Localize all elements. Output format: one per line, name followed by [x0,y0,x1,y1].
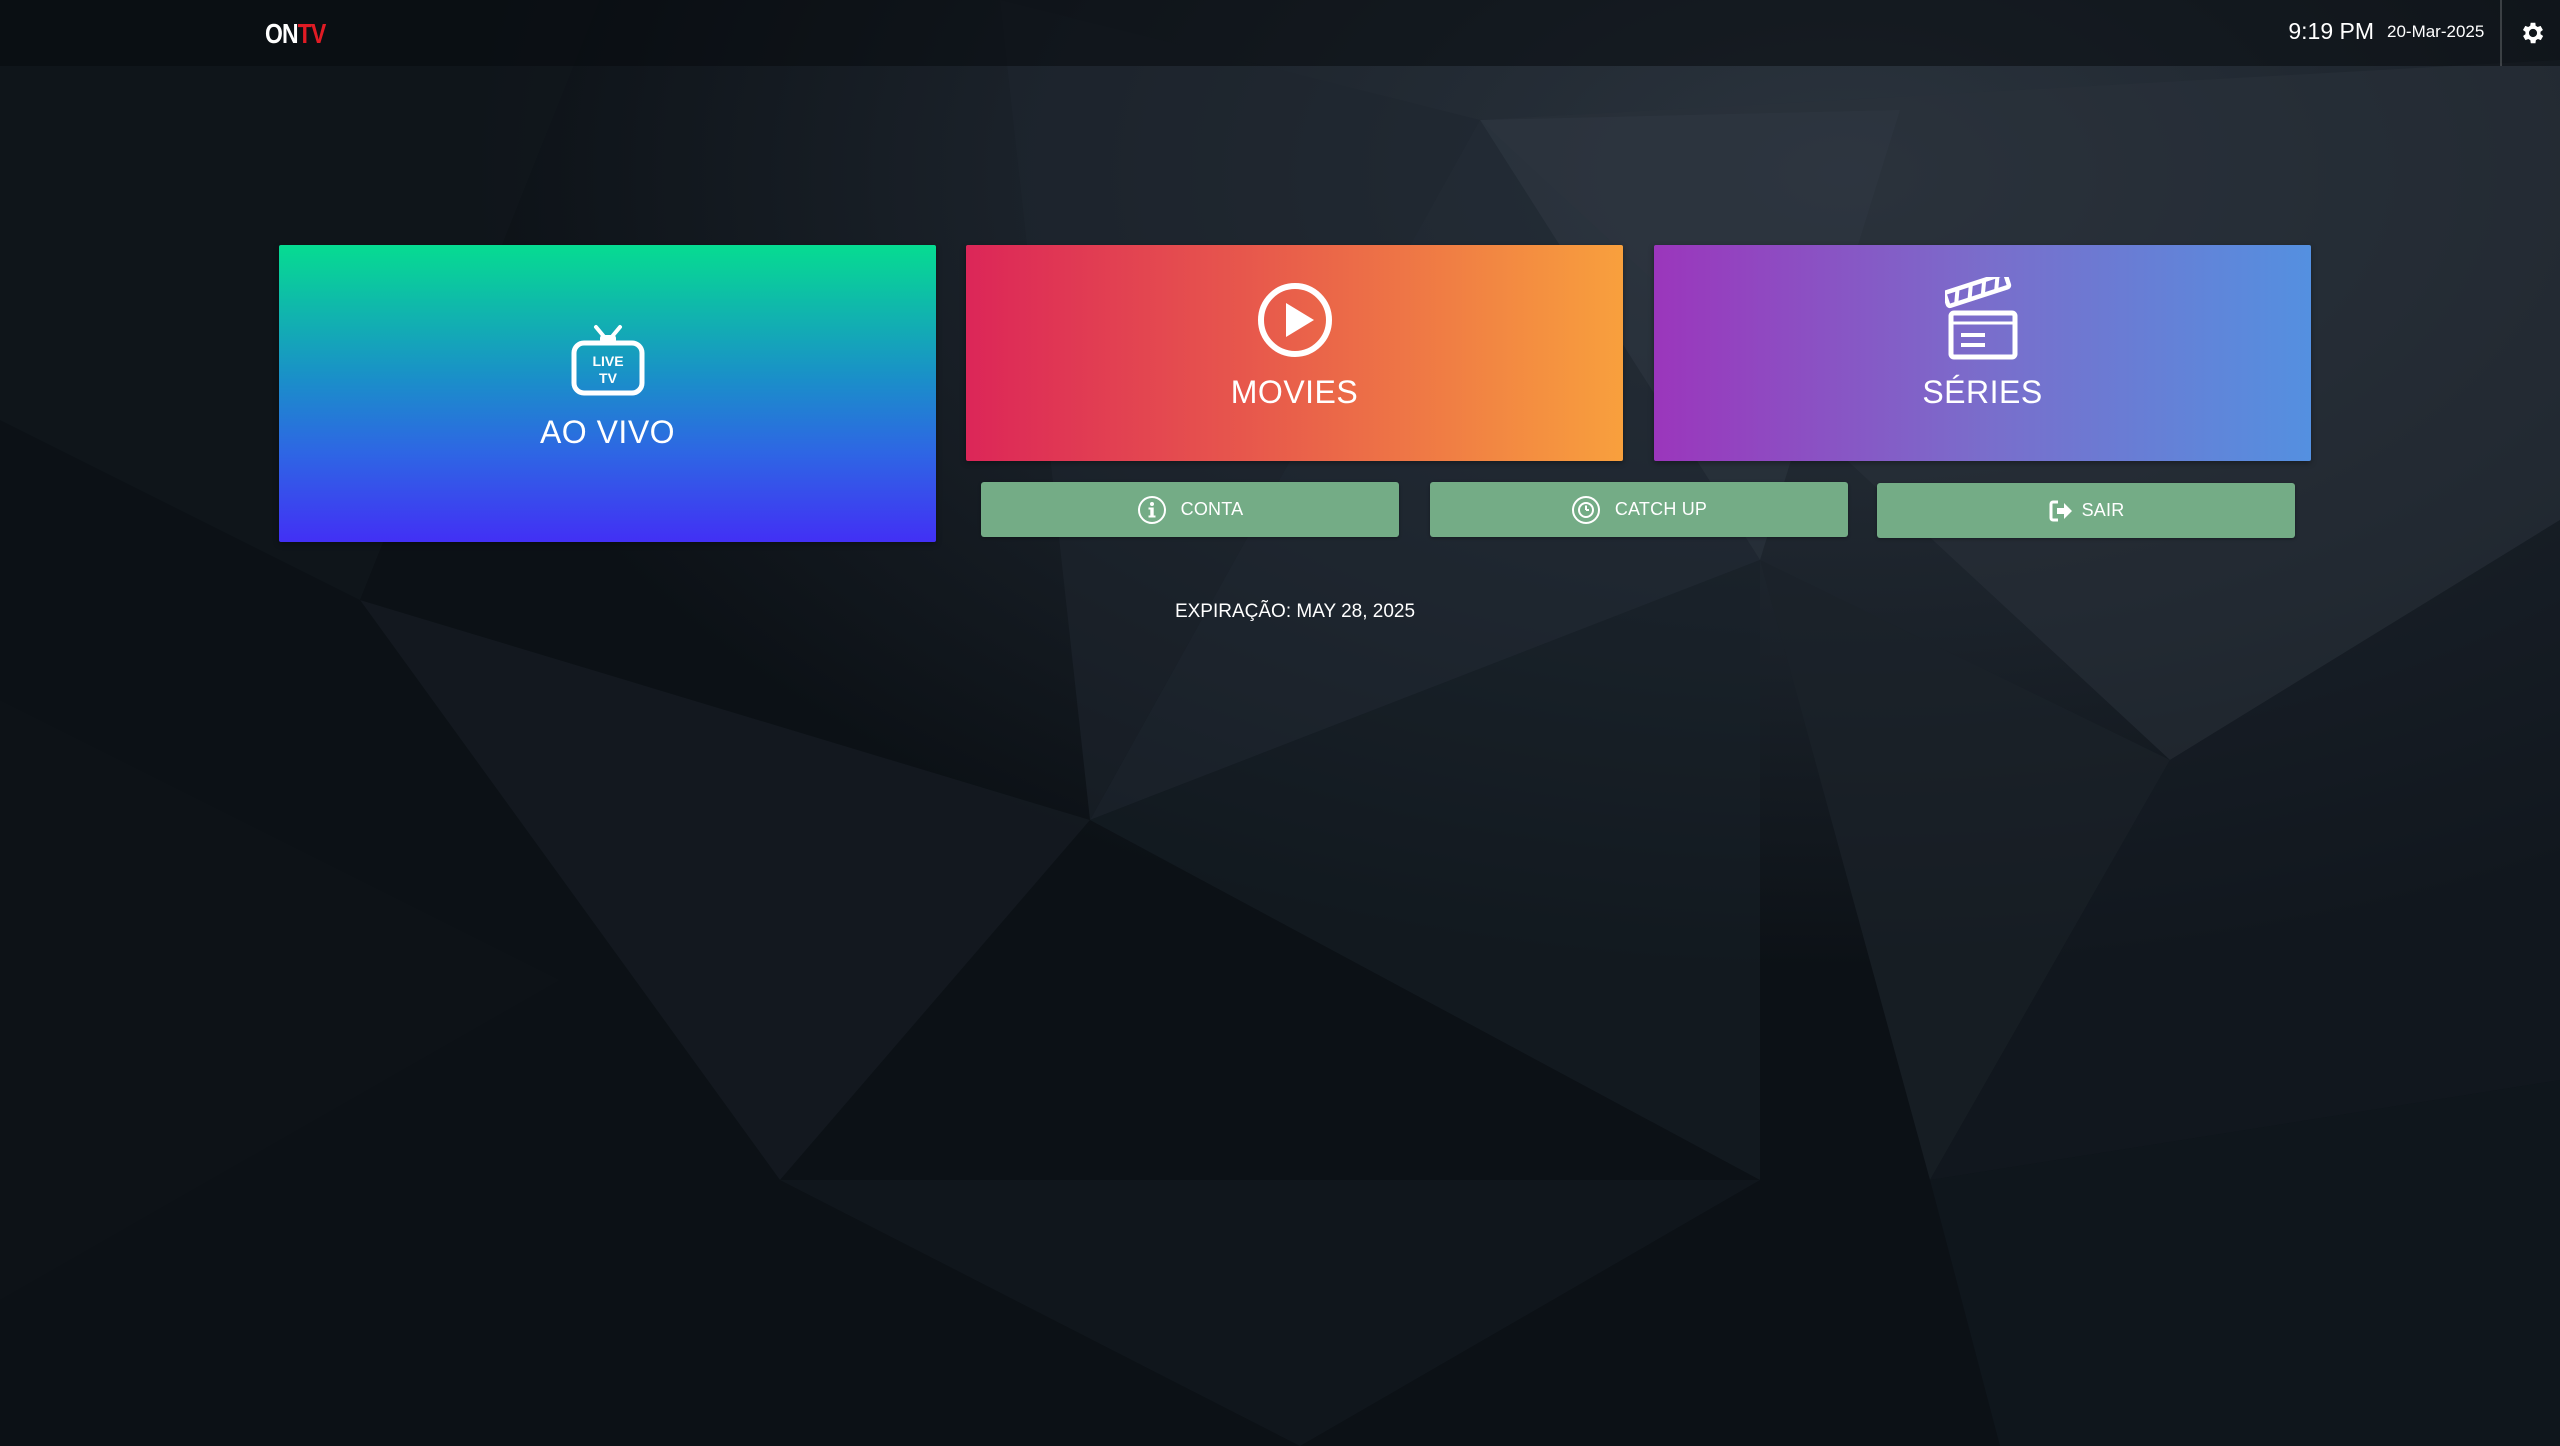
info-circle-icon [1137,495,1166,524]
live-tv-label: AO VIVO [539,414,676,450]
clock-circle-icon [1571,495,1600,524]
conta-button[interactable]: CONTA [981,482,1399,537]
logo-tv-text: TV [297,18,327,49]
catch-up-button[interactable]: CATCH UP [1430,482,1848,537]
background [0,0,2560,1446]
live-tv-tile[interactable]: LIVE TV AO VIVO [279,245,936,542]
clock-date: 20-Mar-2025 [2387,22,2485,41]
play-circle-icon [1257,283,1332,357]
top-bar: ONTV 9:19 PM 20-Mar-2025 [0,0,2560,66]
tv-icon-text: TV [599,370,618,386]
gear-icon[interactable] [2519,19,2547,47]
movies-tile[interactable]: MOVIES [966,245,1623,461]
expiry-text: EXPIRAÇÃO: MAY 28, 2025 [1174,601,1416,622]
sign-out-icon [2049,500,2072,521]
sair-button[interactable]: SAIR [1877,483,2295,538]
ontv-logo: ONTV [265,18,326,50]
logo-on-text: ON [265,18,299,49]
live-icon-text: LIVE [592,353,623,369]
clapperboard-icon [1944,277,2017,360]
sair-label: SAIR [2081,500,2125,520]
series-tile[interactable]: SÉRIES [1654,245,2311,461]
conta-label: CONTA [1180,499,1244,519]
series-label: SÉRIES [1922,374,2043,410]
catch-up-label: CATCH UP [1614,499,1708,519]
movies-label: MOVIES [1230,374,1359,410]
clock-time: 9:19 PM [2288,18,2374,44]
live-tv-icon: LIVE TV [571,325,644,396]
header-divider [2500,0,2502,66]
